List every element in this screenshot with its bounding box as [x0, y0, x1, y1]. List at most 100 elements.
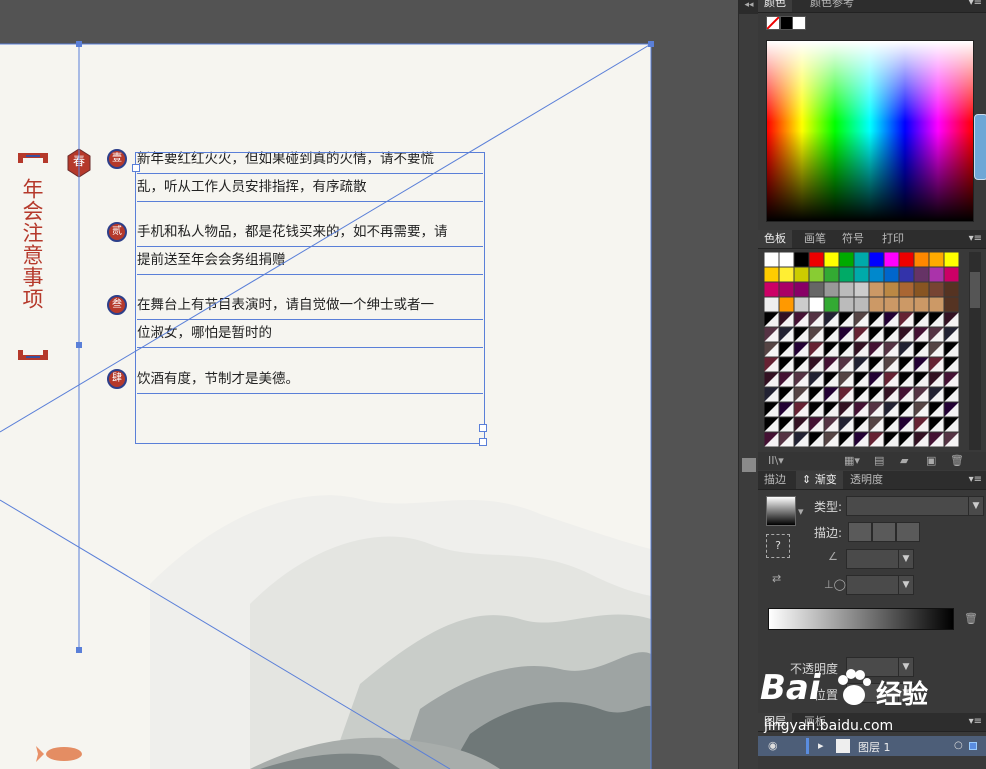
color-spectrum[interactable]	[766, 40, 974, 222]
panel-menu-icon[interactable]: ▾≡	[969, 471, 982, 489]
swatch-cell[interactable]	[839, 267, 854, 282]
swatch-cell[interactable]	[944, 297, 959, 312]
swatch-cell[interactable]	[899, 252, 914, 267]
selection-handle[interactable]	[132, 164, 140, 172]
swatch-cell[interactable]	[869, 282, 884, 297]
color-side-slider[interactable]	[974, 114, 986, 180]
swatch-cell[interactable]	[794, 282, 809, 297]
swatch-cell[interactable]	[764, 297, 779, 312]
delete-stop-icon[interactable]: 🗑	[964, 612, 978, 625]
swatch-cell[interactable]	[779, 297, 794, 312]
new-swatch-icon[interactable]: ▣	[926, 454, 936, 467]
swatch-cell[interactable]	[869, 267, 884, 282]
swatch-cell[interactable]	[824, 252, 839, 267]
swatch-cell[interactable]	[884, 282, 899, 297]
swatch-cell[interactable]	[794, 252, 809, 267]
swatch-cell[interactable]	[794, 297, 809, 312]
tab-gradient[interactable]: ⇕ 渐变	[796, 471, 843, 489]
layer-target-icon[interactable]: ○	[954, 740, 963, 751]
gradient-preview[interactable]	[766, 496, 796, 526]
swatch-cell[interactable]	[824, 267, 839, 282]
splitter-grip[interactable]	[742, 458, 756, 472]
swatch-cell[interactable]	[884, 267, 899, 282]
tab-print[interactable]: 打印	[876, 230, 910, 248]
swatch-cell[interactable]	[884, 297, 899, 312]
swatch-cell[interactable]	[764, 252, 779, 267]
text-frame-selection[interactable]	[135, 152, 485, 444]
tab-transparency[interactable]: 透明度	[844, 471, 889, 489]
swatch-cell[interactable]	[764, 267, 779, 282]
swatch-cell[interactable]	[764, 282, 779, 297]
expand-triangle-icon[interactable]: ▸	[818, 739, 824, 752]
swatch-cell[interactable]	[929, 297, 944, 312]
layer-row[interactable]: ◉ ▸ 图层 1 ○	[758, 736, 986, 756]
swatch-cell[interactable]	[914, 297, 929, 312]
swatch-cell[interactable]	[824, 297, 839, 312]
tab-color-guide[interactable]: 颜色参考	[804, 0, 860, 12]
swatch-cell[interactable]	[839, 282, 854, 297]
panel-menu-icon[interactable]: ▾≡	[969, 230, 982, 248]
swatch-cell[interactable]	[869, 297, 884, 312]
swatch-cell[interactable]	[839, 297, 854, 312]
swatch-library-icon[interactable]: II\▾	[768, 454, 784, 467]
swatch-cell[interactable]	[809, 297, 824, 312]
swatch-cell[interactable]	[914, 252, 929, 267]
gradient-type-select[interactable]: ▼	[846, 496, 984, 516]
swatch-cell[interactable]	[929, 267, 944, 282]
swatch-grid[interactable]	[764, 252, 962, 450]
gradient-tool-icon[interactable]: ⇄	[772, 572, 781, 585]
collapse-panels-icon[interactable]: ◂◂	[739, 0, 759, 14]
panel-splitter[interactable]: ◂◂	[738, 0, 759, 769]
tab-color[interactable]: 颜色	[758, 0, 792, 12]
none-swatch[interactable]	[766, 16, 780, 30]
selection-handle[interactable]	[479, 424, 487, 432]
tab-brushes[interactable]: 画笔	[798, 230, 832, 248]
stroke-within-button[interactable]	[848, 522, 872, 542]
swatch-cell[interactable]	[854, 282, 869, 297]
swatch-cell[interactable]	[914, 267, 929, 282]
swatch-cell[interactable]	[914, 282, 929, 297]
aspect-ratio-field[interactable]: ▼	[846, 575, 914, 595]
reverse-gradient-icon[interactable]: ?	[766, 534, 790, 558]
selection-handle[interactable]	[479, 438, 487, 446]
swatches-scrollbar[interactable]	[969, 252, 981, 450]
swatch-cell[interactable]	[854, 252, 869, 267]
swatch-cell[interactable]	[944, 252, 959, 267]
stroke-across-button[interactable]	[896, 522, 920, 542]
swatch-cell[interactable]	[869, 252, 884, 267]
swatch-cell[interactable]	[884, 252, 899, 267]
swatch-cell[interactable]	[779, 282, 794, 297]
layer-name[interactable]: 图层 1	[858, 739, 891, 755]
visibility-eye-icon[interactable]: ◉	[768, 739, 778, 752]
delete-swatch-icon[interactable]: 🗑	[950, 454, 964, 467]
swatch-cell[interactable]	[824, 282, 839, 297]
angle-field[interactable]: ▼	[846, 549, 914, 569]
tab-symbols[interactable]: 符号	[836, 230, 870, 248]
white-swatch[interactable]	[792, 16, 806, 30]
new-group-icon[interactable]: ▰	[900, 454, 908, 467]
scroll-thumb[interactable]	[970, 272, 980, 308]
selection-indicator[interactable]	[969, 742, 977, 750]
swatch-cell[interactable]	[809, 282, 824, 297]
chevron-down-icon[interactable]: ▾	[798, 505, 804, 518]
gradient-slider[interactable]	[768, 608, 954, 630]
swatch-cell[interactable]	[944, 282, 959, 297]
swatch-cell[interactable]	[944, 267, 959, 282]
swatch-cell[interactable]	[779, 267, 794, 282]
tab-swatches[interactable]: 色板	[758, 230, 792, 248]
swatch-cell[interactable]	[809, 267, 824, 282]
swatch-cell[interactable]	[854, 297, 869, 312]
swatch-cell[interactable]	[899, 282, 914, 297]
stroke-along-button[interactable]	[872, 522, 896, 542]
tab-stroke[interactable]: 描边	[758, 471, 792, 489]
swatch-cell[interactable]	[854, 267, 869, 282]
swatch-cell[interactable]	[839, 252, 854, 267]
swatch-cell[interactable]	[779, 252, 794, 267]
swatch-cell[interactable]	[899, 297, 914, 312]
swatch-cell[interactable]	[929, 252, 944, 267]
swatch-cell[interactable]	[899, 267, 914, 282]
swatch-cell[interactable]	[929, 282, 944, 297]
swatch-cell[interactable]	[809, 252, 824, 267]
canvas-workspace[interactable]: 年会注意事项 春 壹 新年要红红火火，但如果碰到真的火情，请不要慌 乱，听从工作…	[0, 0, 738, 769]
swatch-cell[interactable]	[794, 267, 809, 282]
